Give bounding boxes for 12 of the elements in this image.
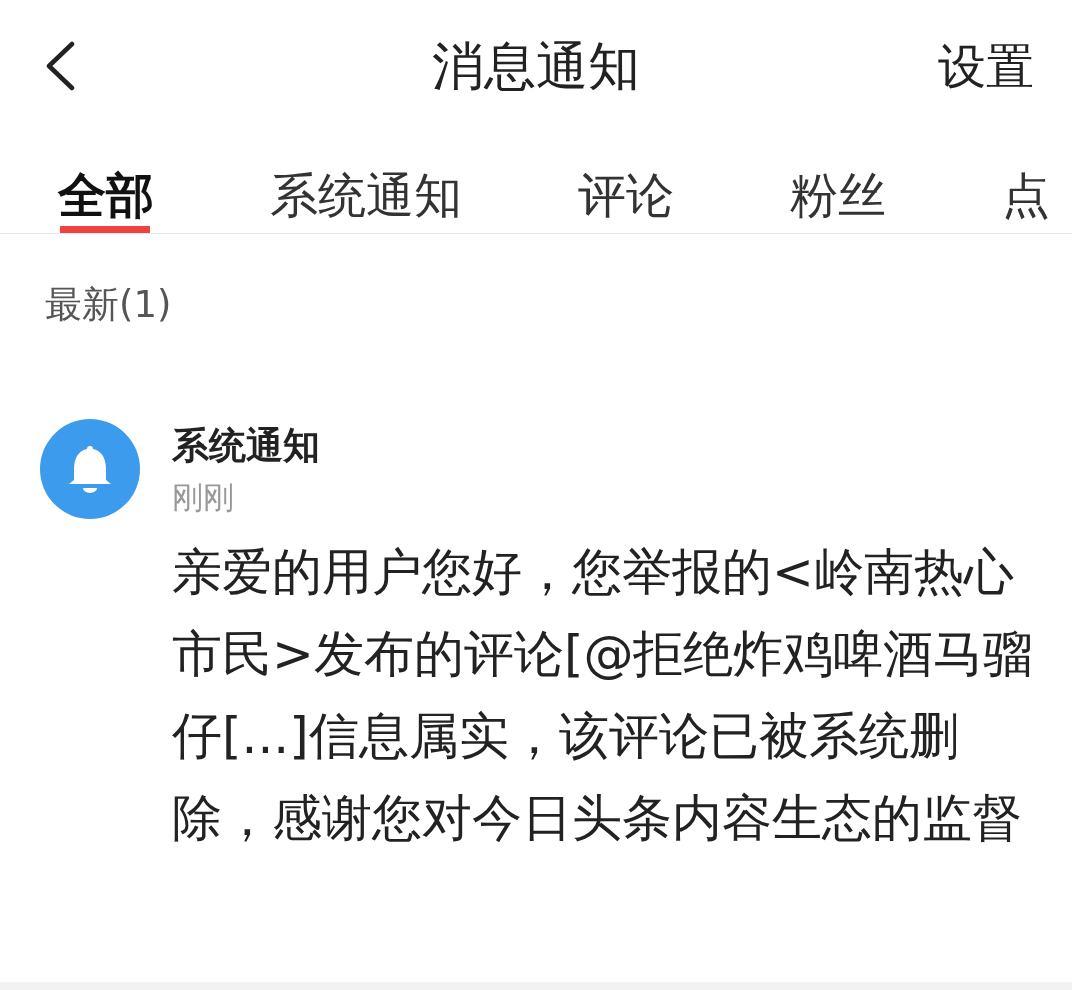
timestamp: 刚刚 <box>172 482 235 513</box>
sender-name: 系统通知 <box>172 427 321 464</box>
back-icon <box>44 41 76 91</box>
tab[interactable]: 系统通知 <box>270 132 462 233</box>
settings-link[interactable]: 设置 <box>938 42 1034 90</box>
tab[interactable]: 粉丝 <box>790 132 886 233</box>
tab[interactable]: 评论 <box>578 132 674 233</box>
tab[interactable]: 全部 <box>58 132 154 233</box>
tab[interactable]: 点 <box>1002 132 1050 233</box>
section-label: 最新(1) <box>44 286 173 323</box>
page-title: 消息通知 <box>432 40 640 92</box>
message-text: 亲爱的用户您好，您举报的<岭南热心市民>发布的评论[@拒绝炸鸡啤酒马骝仔[...]信息属实，该评论已被系统删除，感谢您对今日头条内容生态的监督 <box>172 542 1035 849</box>
